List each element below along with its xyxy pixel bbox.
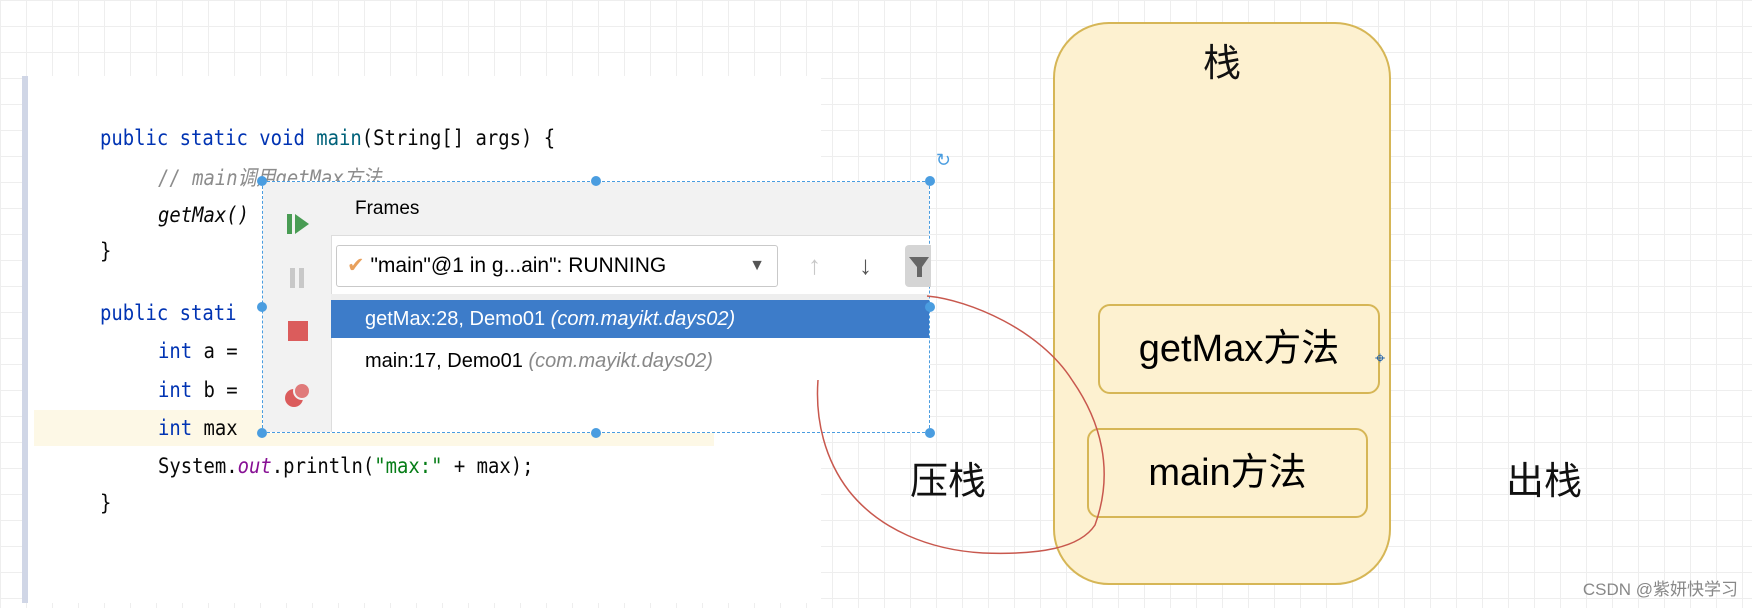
watermark: CSDN @紫妍快学习 xyxy=(1582,580,1738,599)
red-annotation-curve xyxy=(816,295,1105,555)
